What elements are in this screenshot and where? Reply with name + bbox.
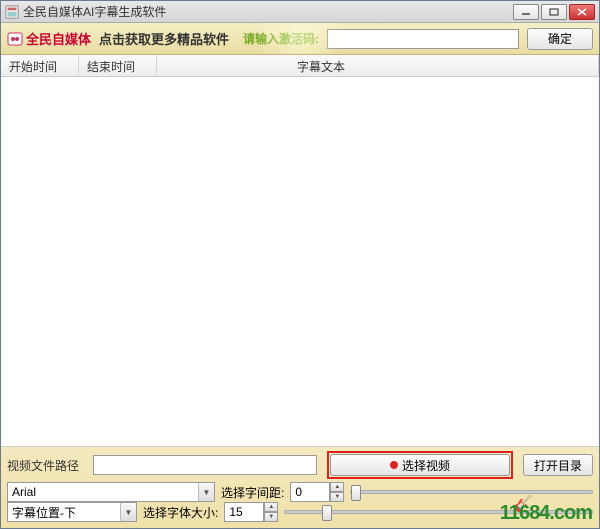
fontsize-slider[interactable]: 🎸 <box>284 502 593 522</box>
spacing-label: 选择字间距: <box>221 484 284 501</box>
spacing-up-button[interactable]: ▲ <box>330 482 344 492</box>
banner-link[interactable]: 点击获取更多精品软件 <box>99 29 229 48</box>
record-icon <box>390 461 398 469</box>
open-directory-button[interactable]: 打开目录 <box>523 454 593 476</box>
guitar-icon: 🎸 <box>513 494 533 514</box>
column-start-time[interactable]: 开始时间 <box>1 55 79 76</box>
font-dropdown[interactable]: Arial ▼ <box>7 482 215 502</box>
table-body <box>1 77 599 447</box>
activation-code-label: 请输入激活码: <box>243 30 319 47</box>
titlebar: 全民自媒体AI字幕生成软件 <box>1 1 599 23</box>
fontsize-label: 选择字体大小: <box>143 504 218 521</box>
window-title: 全民自媒体AI字幕生成软件 <box>23 3 513 20</box>
fontsize-up-button[interactable]: ▲ <box>264 502 278 512</box>
column-subtitle-text[interactable]: 字幕文本 <box>157 55 599 76</box>
app-icon <box>5 5 19 19</box>
position-dropdown[interactable]: 字幕位置-下 ▼ <box>7 502 137 522</box>
chevron-down-icon: ▼ <box>120 503 136 521</box>
column-end-time[interactable]: 结束时间 <box>79 55 157 76</box>
maximize-button[interactable] <box>541 4 567 20</box>
bottom-panel: 视频文件路径 选择视频 打开目录 Arial ▼ 选择字间距: 0 ▲ ▼ <box>1 447 599 528</box>
fontsize-stepper: 15 ▲ ▼ <box>224 502 278 522</box>
fontsize-value[interactable]: 15 <box>224 502 264 522</box>
spacing-slider[interactable] <box>350 482 593 502</box>
minimize-button[interactable] <box>513 4 539 20</box>
toolbar: 全民自媒体 点击获取更多精品软件 请输入激活码: 确定 <box>1 23 599 55</box>
spacing-down-button[interactable]: ▼ <box>330 492 344 502</box>
select-video-highlight: 选择视频 <box>327 451 513 479</box>
spacing-stepper: 0 ▲ ▼ <box>290 482 344 502</box>
select-video-button[interactable]: 选择视频 <box>330 454 510 476</box>
close-button[interactable] <box>569 4 595 20</box>
font-dropdown-value: Arial <box>8 485 198 499</box>
video-path-label: 视频文件路径 <box>7 457 89 474</box>
select-video-label: 选择视频 <box>402 457 450 474</box>
position-dropdown-value: 字幕位置-下 <box>8 504 120 521</box>
activation-code-input[interactable] <box>327 29 519 49</box>
brand-icon <box>7 31 23 47</box>
spacing-value[interactable]: 0 <box>290 482 330 502</box>
fontsize-down-button[interactable]: ▼ <box>264 512 278 522</box>
brand: 全民自媒体 <box>7 29 91 48</box>
chevron-down-icon: ▼ <box>198 483 214 501</box>
brand-text: 全民自媒体 <box>26 29 91 48</box>
table-header: 开始时间 结束时间 字幕文本 <box>1 55 599 77</box>
confirm-button[interactable]: 确定 <box>527 28 593 50</box>
video-path-input[interactable] <box>93 455 317 475</box>
